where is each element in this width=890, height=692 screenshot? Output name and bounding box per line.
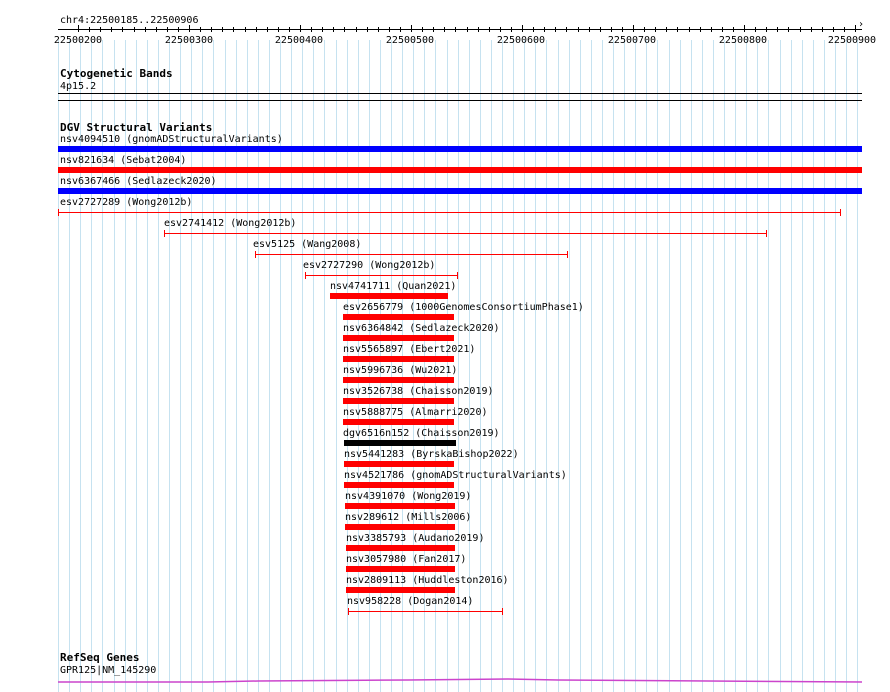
cytoband-band-label[interactable]: 4p15.2 [60, 81, 96, 92]
dgv-feature-label[interactable]: nsv5996736 (Wu2021) [343, 365, 457, 376]
dgv-feature-start-cap [58, 209, 59, 216]
dgv-feature-label[interactable]: dgv6516n152 (Chaisson2019) [343, 428, 500, 439]
dgv-feature-bar[interactable] [345, 524, 455, 530]
dgv-feature-label[interactable]: esv2656779 (1000GenomesConsortiumPhase1) [343, 302, 584, 313]
dgv-feature-label[interactable]: nsv4094510 (gnomADStructuralVariants) [60, 134, 283, 145]
dgv-feature-end-cap [457, 272, 458, 279]
dgv-feature-span[interactable] [348, 611, 502, 612]
dgv-feature-span[interactable] [58, 212, 840, 213]
ruler-tick-label: 22500300 [164, 35, 214, 46]
ruler-end-arrow-icon: › [858, 19, 865, 30]
dgv-feature-end-cap [567, 251, 568, 258]
dgv-feature-start-cap [255, 251, 256, 258]
dgv-feature-label[interactable]: nsv4521786 (gnomADStructuralVariants) [344, 470, 567, 481]
dgv-feature-label[interactable]: nsv3385793 (Audano2019) [346, 533, 484, 544]
dgv-feature-label[interactable]: nsv6364842 (Sedlazeck2020) [343, 323, 500, 334]
dgv-feature-label[interactable]: nsv5565897 (Ebert2021) [343, 344, 475, 355]
dgv-feature-bar[interactable] [343, 314, 454, 320]
dgv-feature-label[interactable]: nsv3057980 (Fan2017) [346, 554, 466, 565]
dgv-feature-bar[interactable] [344, 440, 456, 446]
dgv-feature-end-cap [840, 209, 841, 216]
refseq-track-title: RefSeq Genes [60, 651, 140, 664]
dgv-feature-bar[interactable] [344, 482, 454, 488]
dgv-feature-label[interactable]: esv2727290 (Wong2012b) [303, 260, 435, 271]
dgv-feature-bar[interactable] [343, 377, 454, 383]
dgv-feature-bar[interactable] [58, 146, 862, 152]
dgv-feature-start-cap [348, 608, 349, 615]
dgv-feature-label[interactable]: esv2727289 (Wong2012b) [60, 197, 192, 208]
dgv-feature-bar[interactable] [346, 545, 455, 551]
dgv-feature-label[interactable]: nsv5441283 (ByrskaBishop2022) [344, 449, 519, 460]
ruler-tick-label: 22500800 [718, 35, 768, 46]
ruler-tick-label: 22500500 [385, 35, 435, 46]
range-label: chr4:22500185..22500906 [60, 15, 199, 26]
dgv-feature-span[interactable] [255, 254, 567, 255]
ruler-tick-label: 22500900 [827, 35, 877, 46]
dgv-feature-start-cap [305, 272, 306, 279]
ruler-tick-label: 22500200 [53, 35, 103, 46]
dgv-feature-label[interactable]: nsv958228 (Dogan2014) [347, 596, 473, 607]
dgv-feature-bar[interactable] [346, 587, 455, 593]
dgv-feature-label[interactable]: nsv5888775 (Almarri2020) [343, 407, 488, 418]
dgv-feature-span[interactable] [305, 275, 457, 276]
dgv-feature-end-cap [502, 608, 503, 615]
dgv-feature-bar[interactable] [343, 398, 454, 404]
dgv-feature-label[interactable]: nsv4391070 (Wong2019) [345, 491, 471, 502]
dgv-feature-bar[interactable] [343, 335, 454, 341]
dgv-feature-bar[interactable] [346, 566, 455, 572]
dgv-feature-label[interactable]: nsv6367466 (Sedlazeck2020) [60, 176, 217, 187]
dgv-feature-label[interactable]: nsv4741711 (Quan2021) [330, 281, 456, 292]
cytoband-track-title: Cytogenetic Bands [60, 67, 173, 80]
dgv-feature-label[interactable]: nsv289612 (Mills2006) [345, 512, 471, 523]
dgv-feature-bar[interactable] [58, 188, 862, 194]
dgv-feature-bar[interactable] [58, 167, 862, 173]
dgv-track-title: DGV Structural Variants [60, 121, 213, 134]
dgv-feature-label[interactable]: nsv2809113 (Huddleston2016) [346, 575, 509, 586]
refseq-gene-label[interactable]: GPR125|NM_145290 [60, 665, 156, 676]
dgv-feature-label[interactable]: esv5125 (Wang2008) [253, 239, 361, 250]
dgv-feature-start-cap [164, 230, 165, 237]
ruler-tick-label: 22500700 [607, 35, 657, 46]
dgv-feature-bar[interactable] [344, 461, 454, 467]
dgv-feature-span[interactable] [164, 233, 766, 234]
dgv-feature-bar[interactable] [343, 419, 454, 425]
cytoband-line-top [58, 93, 862, 94]
ruler-tick-label: 22500600 [496, 35, 546, 46]
cytoband-line-bottom [58, 100, 862, 101]
dgv-feature-bar[interactable] [345, 503, 455, 509]
dgv-feature-bar[interactable] [343, 356, 454, 362]
refseq-gene-line[interactable] [58, 676, 862, 686]
ruler-tick-label: 22500400 [274, 35, 324, 46]
dgv-feature-label[interactable]: nsv3526738 (Chaisson2019) [343, 386, 494, 397]
dgv-feature-end-cap [766, 230, 767, 237]
dgv-feature-bar[interactable] [330, 293, 448, 299]
dgv-feature-label[interactable]: esv2741412 (Wong2012b) [164, 218, 296, 229]
dgv-feature-label[interactable]: nsv821634 (Sebat2004) [60, 155, 186, 166]
